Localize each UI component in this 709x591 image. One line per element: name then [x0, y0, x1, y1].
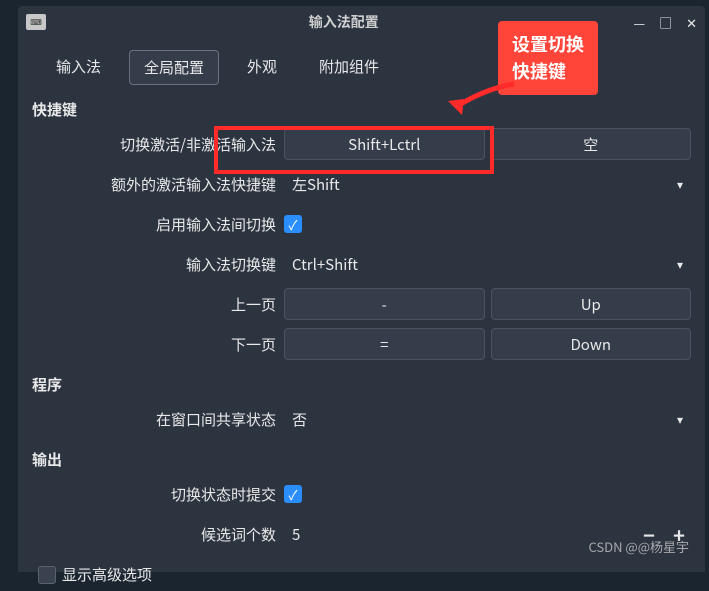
extra-trigger-dropdown[interactable]: 左Shift [284, 168, 691, 200]
row-commit-switch: 切换状态时提交 ✓ [32, 478, 691, 510]
trigger-key-2[interactable]: 空 [491, 128, 692, 160]
candidate-count-input[interactable]: 5 [284, 518, 631, 550]
callout-line1: 设置切换 [512, 31, 584, 58]
trigger-key-1[interactable]: Shift+Lctrl [284, 128, 485, 160]
row-next-page: 下一页 = Down [32, 328, 691, 360]
row-share-state: 在窗口间共享状态 否 [32, 403, 691, 435]
tab-addons[interactable]: 附加组件 [305, 50, 393, 85]
prev-page-key-1[interactable]: - [284, 288, 485, 320]
callout-line2: 快捷键 [512, 58, 584, 85]
tab-global-config[interactable]: 全局配置 [129, 50, 219, 85]
row-advanced: 显示高级选项 [32, 558, 691, 591]
row-trigger: 切换激活/非激活输入法 Shift+Lctrl 空 [32, 128, 691, 160]
close-icon[interactable]: ✕ [686, 13, 697, 32]
label-scroll-key: 输入法切换键 [32, 254, 284, 275]
label-commit-switch: 切换状态时提交 [32, 484, 284, 505]
label-advanced: 显示高级选项 [62, 564, 152, 585]
row-prev-page: 上一页 - Up [32, 288, 691, 320]
config-window: ⌨ 输入法配置 — □ ✕ 输入法 全局配置 外观 附加组件 快捷键 切换激活/… [18, 6, 705, 572]
section-output-header: 输出 [32, 443, 691, 478]
label-enable-switch: 启用输入法间切换 [32, 214, 284, 235]
minimize-icon[interactable]: — [633, 13, 645, 32]
commit-switch-checkbox[interactable]: ✓ [284, 485, 302, 503]
label-extra-trigger: 额外的激活输入法快捷键 [32, 174, 284, 195]
section-program-header: 程序 [32, 368, 691, 403]
row-enable-switch: 启用输入法间切换 ✓ [32, 208, 691, 240]
next-page-key-2[interactable]: Down [491, 328, 692, 360]
enable-switch-checkbox[interactable]: ✓ [284, 215, 302, 233]
next-page-key-1[interactable]: = [284, 328, 485, 360]
annotation-callout: 设置切换 快捷键 [498, 21, 598, 95]
content-area: 快捷键 切换激活/非激活输入法 Shift+Lctrl 空 额外的激活输入法快捷… [18, 93, 705, 591]
label-share-state: 在窗口间共享状态 [32, 409, 284, 430]
keyboard-icon: ⌨ [26, 14, 46, 30]
share-state-dropdown[interactable]: 否 [284, 403, 691, 435]
row-extra-trigger: 额外的激活输入法快捷键 左Shift [32, 168, 691, 200]
prev-page-key-2[interactable]: Up [491, 288, 692, 320]
row-scroll-key: 输入法切换键 Ctrl+Shift [32, 248, 691, 280]
tab-input-method[interactable]: 输入法 [42, 50, 115, 85]
label-trigger: 切换激活/非激活输入法 [32, 134, 284, 155]
maximize-icon[interactable]: □ [659, 13, 672, 32]
tab-appearance[interactable]: 外观 [233, 50, 291, 85]
label-next-page: 下一页 [32, 334, 284, 355]
section-shortcut-header: 快捷键 [32, 93, 691, 128]
titlebar: ⌨ 输入法配置 — □ ✕ [18, 6, 705, 38]
window-controls: — □ ✕ [633, 13, 697, 32]
tab-bar: 输入法 全局配置 外观 附加组件 [18, 38, 705, 93]
scroll-key-dropdown[interactable]: Ctrl+Shift [284, 248, 691, 280]
advanced-checkbox[interactable] [38, 566, 56, 584]
label-candidate-count: 候选词个数 [32, 524, 284, 545]
label-prev-page: 上一页 [32, 294, 284, 315]
watermark: CSDN @@杨星宇 [588, 537, 689, 556]
